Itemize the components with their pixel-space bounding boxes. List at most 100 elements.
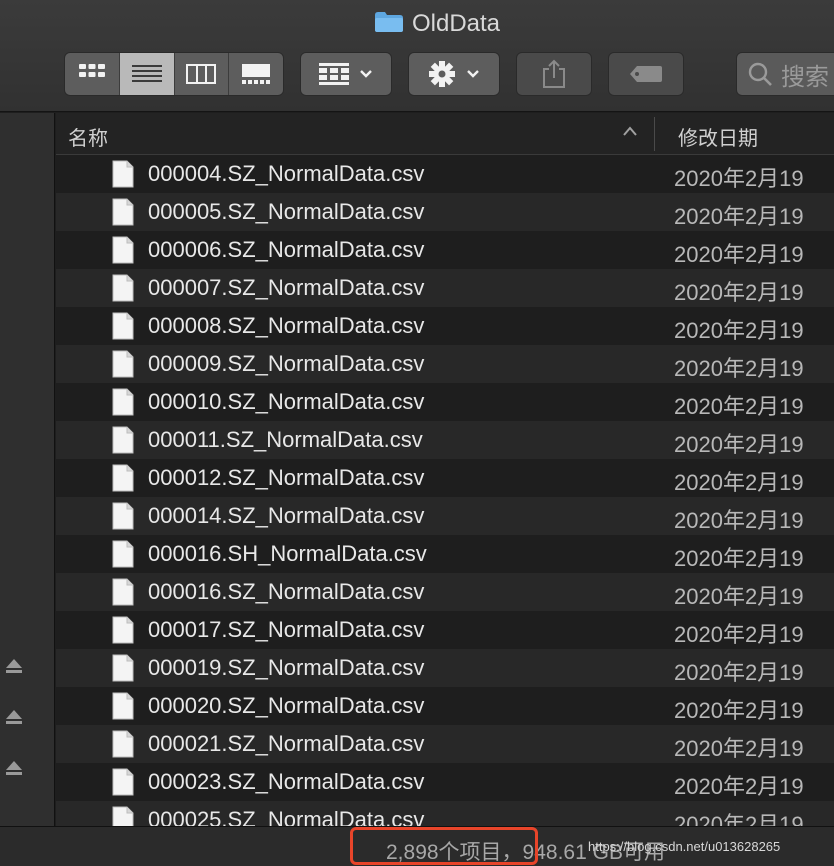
file-date: 2020年2月19 [674, 508, 804, 533]
share-icon [543, 59, 565, 88]
columns-icon [186, 64, 217, 84]
csv-file-icon [112, 160, 134, 188]
eject-icon[interactable] [4, 707, 24, 727]
file-date: 2020年2月19 [674, 356, 804, 381]
tag-icon [630, 66, 662, 82]
file-date: 2020年2月19 [674, 584, 804, 609]
eject-icon[interactable] [4, 656, 24, 676]
column-divider[interactable] [654, 117, 655, 151]
file-name: 000016.SZ_NormalData.csv [148, 579, 425, 604]
csv-file-icon [112, 578, 134, 606]
file-row[interactable]: 000016.SZ_NormalData.csv 2020年2月19 [56, 573, 834, 611]
group-by-button[interactable] [300, 52, 392, 96]
window-title: OldData [0, 10, 834, 38]
file-row[interactable]: 000019.SZ_NormalData.csv 2020年2月19 [56, 649, 834, 687]
action-button[interactable] [408, 52, 500, 96]
file-row[interactable]: 000023.SZ_NormalData.csv 2020年2月19 [56, 763, 834, 801]
sort-ascending-icon[interactable] [622, 125, 638, 137]
column-name-header[interactable]: 名称 [68, 122, 108, 151]
file-row[interactable]: 000012.SZ_NormalData.csv 2020年2月19 [56, 459, 834, 497]
window-title-text: OldData [411, 10, 501, 37]
file-row[interactable]: 000004.SZ_NormalData.csv 2020年2月19 [56, 155, 834, 193]
file-row[interactable]: 000016.SH_NormalData.csv 2020年2月19 [56, 535, 834, 573]
gear-icon [429, 61, 455, 87]
file-row[interactable]: 000020.SZ_NormalData.csv 2020年2月19 [56, 687, 834, 725]
folder-icon [374, 12, 403, 32]
gallery-icon [242, 64, 271, 84]
file-name: 000019.SZ_NormalData.csv [148, 655, 425, 680]
watermark-text: https://blog.csdn.net/u013628265 [588, 839, 781, 854]
csv-file-icon [112, 198, 134, 226]
group-grid-icon [319, 63, 349, 85]
file-date: 2020年2月19 [674, 280, 804, 305]
view-list-button[interactable] [119, 53, 175, 95]
file-date: 2020年2月19 [674, 318, 804, 343]
highlight-annotation [350, 827, 538, 865]
file-date: 2020年2月19 [674, 546, 804, 571]
file-name: 000016.SH_NormalData.csv [148, 541, 427, 566]
file-name: 000009.SZ_NormalData.csv [148, 351, 425, 376]
file-list: 000004.SZ_NormalData.csv 2020年2月19 000005.… [56, 155, 834, 826]
tags-button[interactable] [608, 52, 684, 96]
file-date: 2020年2月19 [674, 774, 804, 799]
grid-icon [78, 64, 105, 77]
file-date: 2020年2月19 [674, 736, 804, 761]
eject-icon[interactable] [4, 758, 24, 778]
csv-file-icon [112, 464, 134, 492]
file-row[interactable]: 000017.SZ_NormalData.csv 2020年2月19 [56, 611, 834, 649]
file-date: 2020年2月19 [674, 166, 804, 191]
view-mode-control [64, 52, 284, 96]
csv-file-icon [112, 236, 134, 264]
file-name: 000010.SZ_NormalData.csv [148, 389, 425, 414]
file-name: 000014.SZ_NormalData.csv [148, 503, 425, 528]
search-placeholder: 搜索 [781, 63, 829, 91]
file-row[interactable]: 000008.SZ_NormalData.csv 2020年2月19 [56, 307, 834, 345]
file-date: 2020年2月19 [674, 394, 804, 419]
csv-file-icon [112, 388, 134, 416]
csv-file-icon [112, 312, 134, 340]
file-name: 000021.SZ_NormalData.csv [148, 731, 425, 756]
file-row[interactable]: 000021.SZ_NormalData.csv 2020年2月19 [56, 725, 834, 763]
file-date: 2020年2月19 [674, 242, 804, 267]
file-date: 2020年2月19 [674, 660, 804, 685]
list-icon [131, 65, 162, 82]
file-row[interactable]: 000014.SZ_NormalData.csv 2020年2月19 [56, 497, 834, 535]
view-columns-button[interactable] [175, 53, 230, 95]
file-row[interactable]: 000010.SZ_NormalData.csv 2020年2月19 [56, 383, 834, 421]
file-name: 000011.SZ_NormalData.csv [148, 427, 423, 452]
file-name: 000008.SZ_NormalData.csv [148, 313, 425, 338]
file-name: 000025.SZ_NormalData.csv [148, 807, 425, 826]
csv-file-icon [112, 692, 134, 720]
chevron-down-icon [360, 70, 372, 78]
file-name: 000005.SZ_NormalData.csv [148, 199, 425, 224]
file-row[interactable]: 000005.SZ_NormalData.csv 2020年2月19 [56, 193, 834, 231]
status-bar: 2,898个项目，948.61 GB可用 https://blog.csdn.n… [0, 826, 834, 866]
share-button[interactable] [516, 52, 592, 96]
csv-file-icon [112, 654, 134, 682]
file-name: 000020.SZ_NormalData.csv [148, 693, 425, 718]
file-name: 000007.SZ_NormalData.csv [148, 275, 425, 300]
csv-file-icon [112, 540, 134, 568]
view-icon-button[interactable] [65, 53, 120, 95]
file-name: 000012.SZ_NormalData.csv [148, 465, 425, 490]
file-date: 2020年2月19 [674, 812, 804, 826]
csv-file-icon [112, 806, 134, 826]
file-date: 2020年2月19 [674, 698, 804, 723]
file-row[interactable]: 000025.SZ_NormalData.csv 2020年2月19 [56, 801, 834, 826]
column-header: 名称 修改日期 [56, 113, 834, 155]
search-field[interactable]: 搜索 [736, 52, 834, 96]
file-row[interactable]: 000006.SZ_NormalData.csv 2020年2月19 [56, 231, 834, 269]
file-date: 2020年2月19 [674, 470, 804, 495]
file-date: 2020年2月19 [674, 622, 804, 647]
file-row[interactable]: 000011.SZ_NormalData.csv 2020年2月19 [56, 421, 834, 459]
file-row[interactable]: 000009.SZ_NormalData.csv 2020年2月19 [56, 345, 834, 383]
file-name: 000004.SZ_NormalData.csv [148, 161, 425, 186]
file-name: 000006.SZ_NormalData.csv [148, 237, 425, 262]
column-date-header[interactable]: 修改日期 [678, 122, 758, 151]
file-date: 2020年2月19 [674, 432, 804, 457]
sidebar [0, 113, 55, 826]
csv-file-icon [112, 350, 134, 378]
file-date: 2020年2月19 [674, 204, 804, 229]
view-gallery-button[interactable] [229, 53, 283, 95]
file-row[interactable]: 000007.SZ_NormalData.csv 2020年2月19 [56, 269, 834, 307]
